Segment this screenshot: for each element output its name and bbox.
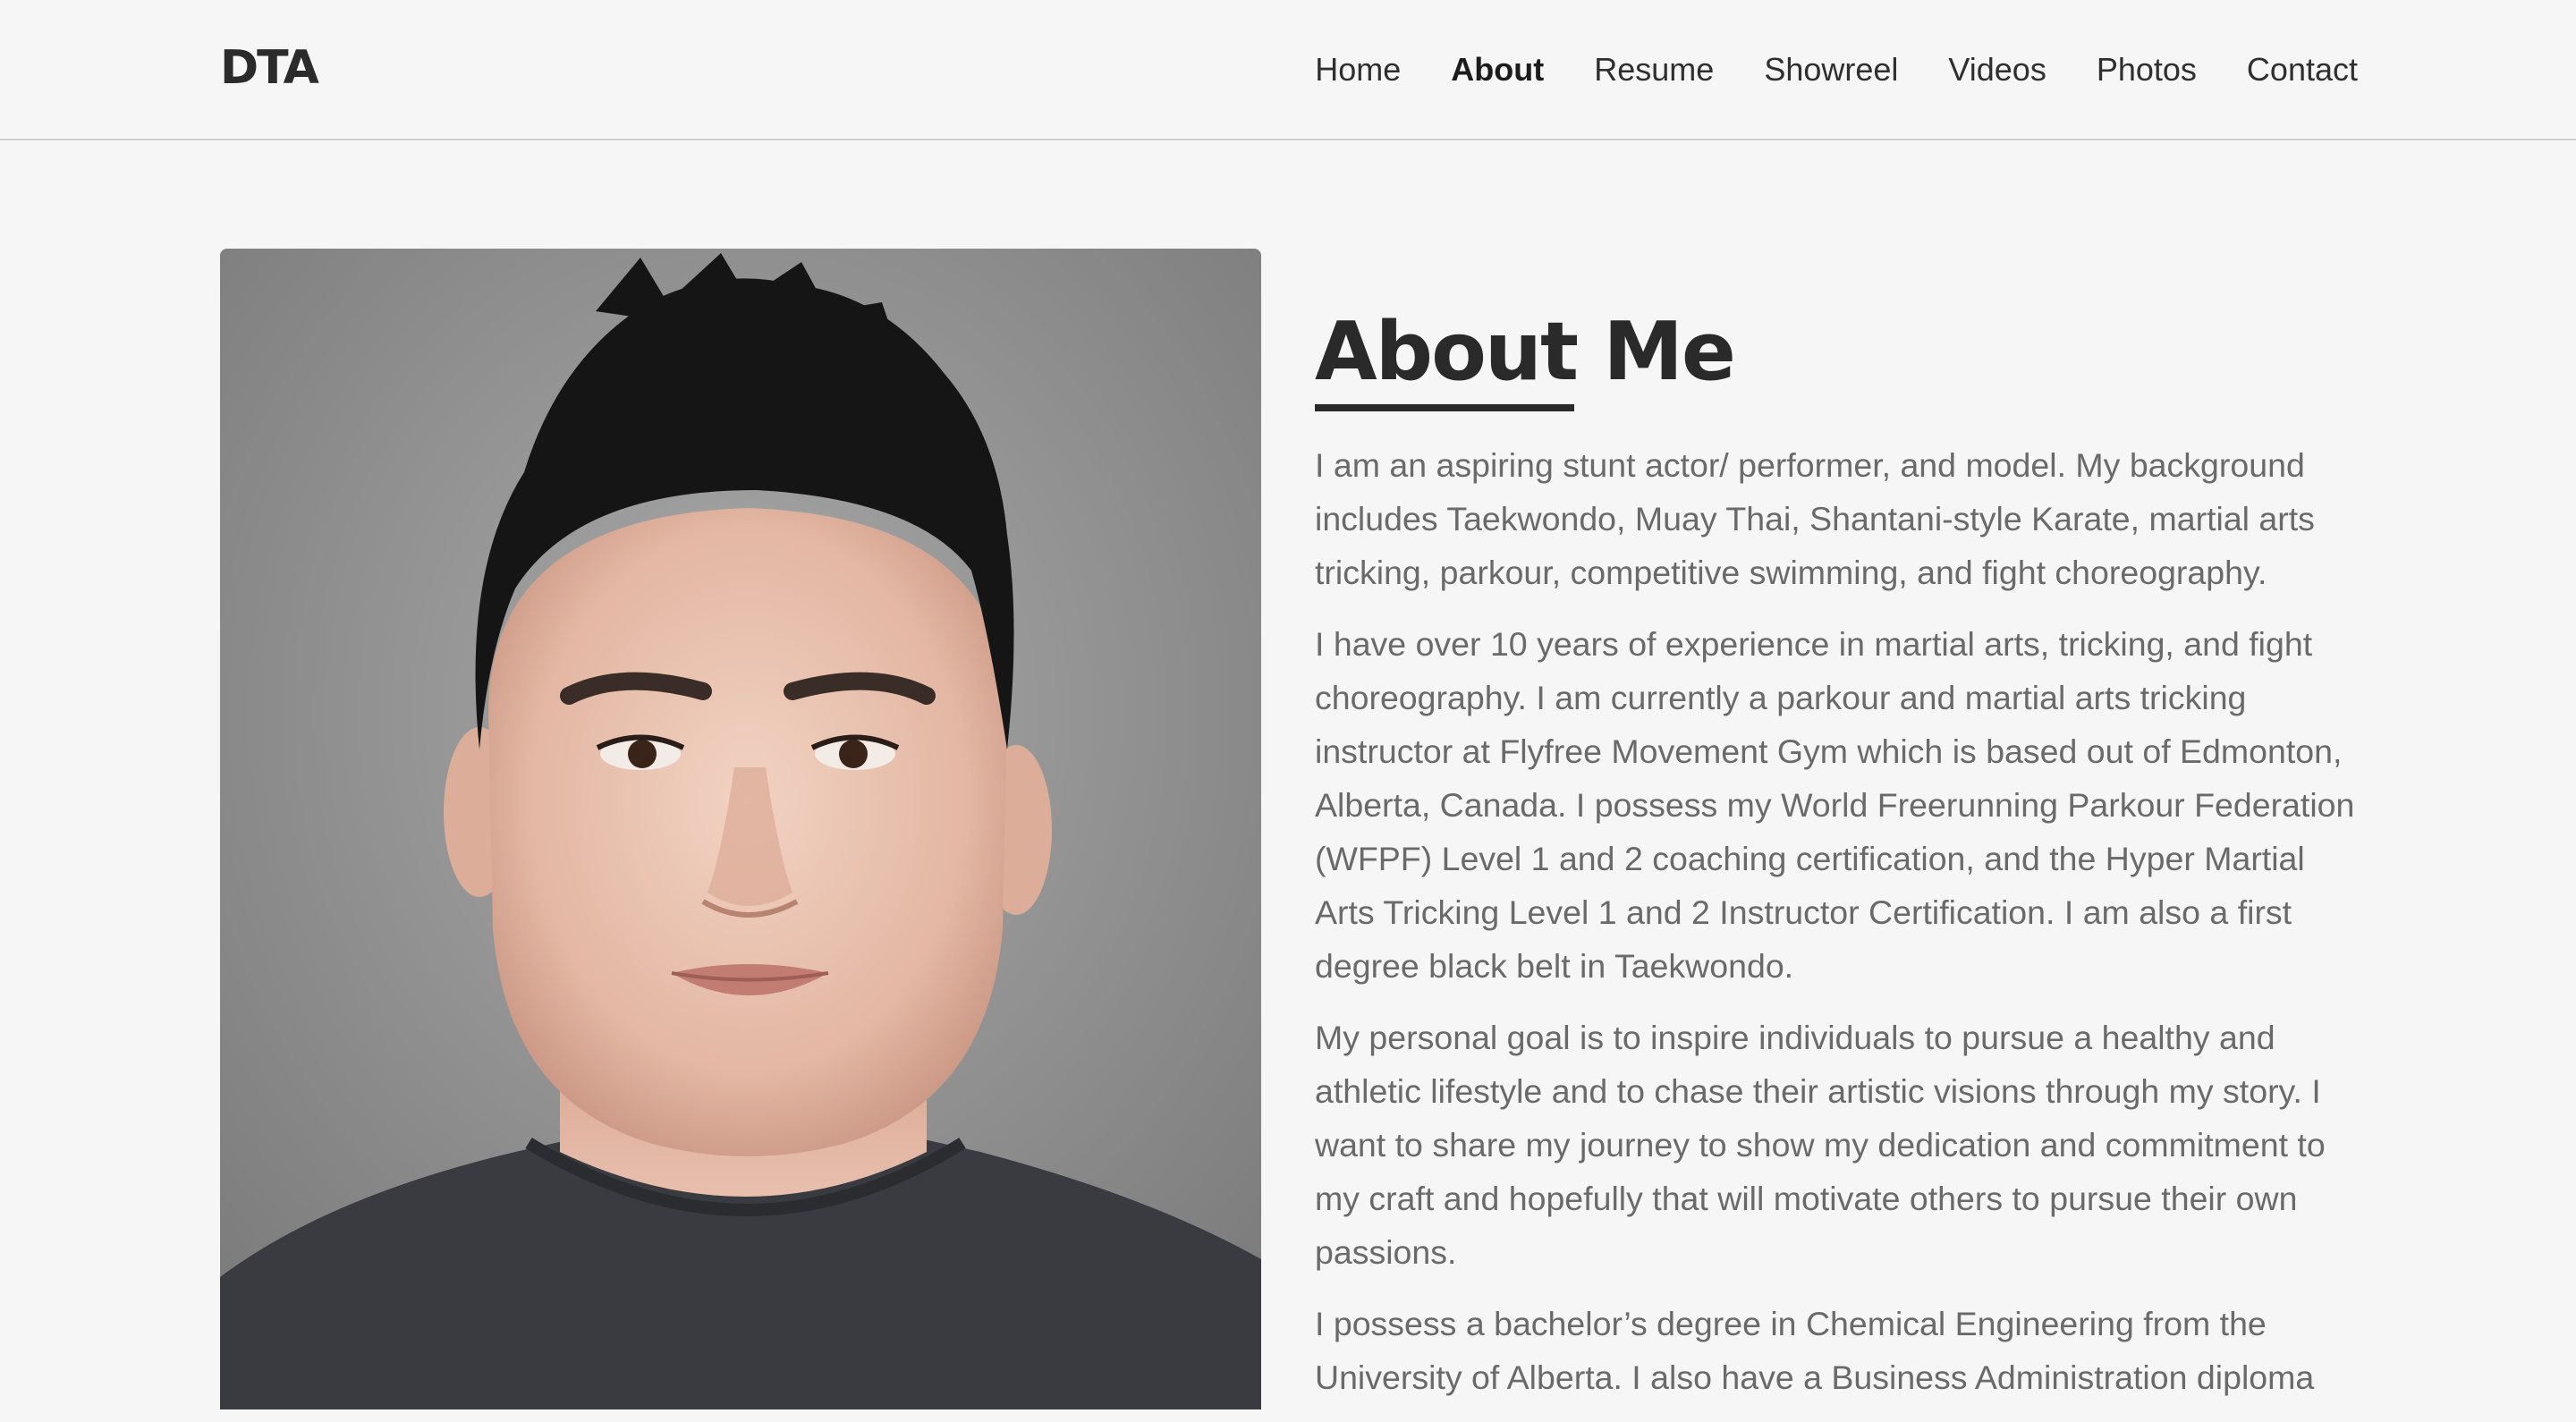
nav-contact[interactable]: Contact xyxy=(2247,45,2358,95)
portrait-illustration xyxy=(220,249,1261,1409)
about-paragraph-3: My personal goal is to inspire individua… xyxy=(1315,1019,2326,1271)
site-header: DTA Home About Resume Showreel Videos Ph… xyxy=(0,0,2576,140)
nav-showreel[interactable]: Showreel xyxy=(1764,45,1898,95)
about-section: About Me I am an aspiring stunt actor/ p… xyxy=(1315,304,2361,1422)
about-paragraph-2: I have over 10 years of experience in ma… xyxy=(1315,625,2355,985)
about-paragraph-1: I am an aspiring stunt actor/ performer,… xyxy=(1315,446,2315,591)
nav-about[interactable]: About xyxy=(1451,45,1544,95)
nav-photos[interactable]: Photos xyxy=(2097,45,2197,95)
page-title: About Me xyxy=(1315,305,1736,399)
site-logo[interactable]: DTA xyxy=(220,41,319,95)
headshot-photo xyxy=(220,249,1261,1409)
nav-resume[interactable]: Resume xyxy=(1594,45,1714,95)
title-underline xyxy=(1315,404,1574,411)
nav-home[interactable]: Home xyxy=(1315,45,1401,95)
nav-videos[interactable]: Videos xyxy=(1948,45,2046,95)
about-paragraph-4: I possess a bachelor’s degree in Chemica… xyxy=(1315,1305,2315,1396)
main-nav: Home About Resume Showreel Videos Photos… xyxy=(1265,45,2358,95)
